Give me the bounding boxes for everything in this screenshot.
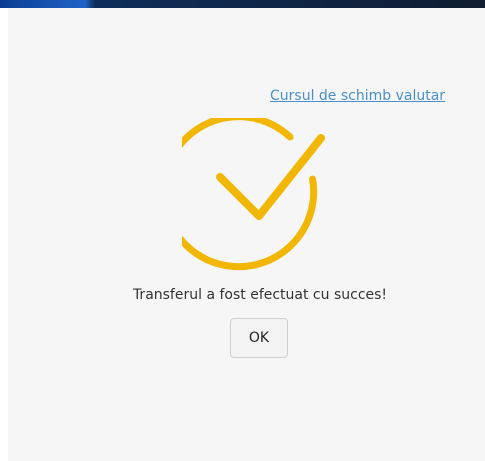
ok-button[interactable]: OK	[230, 318, 288, 358]
success-check-icon	[182, 118, 325, 271]
success-message: Transferul a fost efectuat cu succes!	[132, 287, 388, 303]
exchange-rate-link[interactable]: Cursul de schimb valutar	[270, 88, 445, 104]
top-accent-bar	[0, 0, 485, 8]
